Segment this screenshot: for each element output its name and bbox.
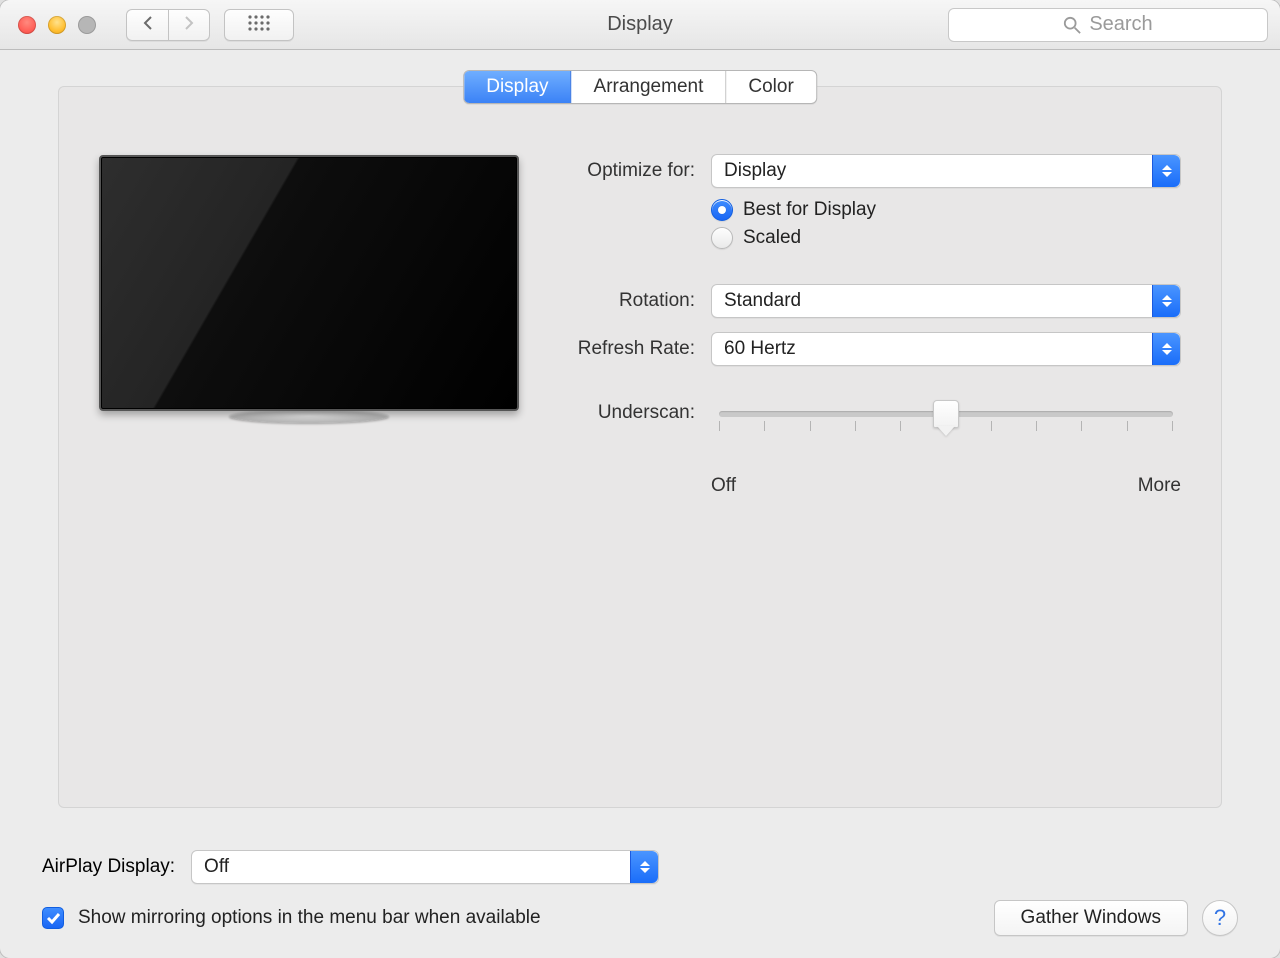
search-field[interactable]: Search	[948, 8, 1268, 42]
close-window-button[interactable]	[18, 16, 36, 34]
window-title: Display	[607, 13, 673, 36]
optimize-for-value: Display	[724, 160, 786, 182]
content-area: Display Arrangement Color Optimize for: …	[0, 50, 1280, 958]
traffic-lights	[18, 16, 96, 34]
rotation-row: Rotation: Standard	[545, 281, 1181, 321]
dropdown-caret-icon	[1152, 285, 1180, 317]
dropdown-caret-icon	[1152, 155, 1180, 187]
search-icon	[1063, 16, 1081, 34]
slider-min-label: Off	[711, 475, 736, 497]
tab-bar: Display Arrangement Color	[463, 70, 817, 104]
minimize-window-button[interactable]	[48, 16, 66, 34]
chevron-left-icon	[142, 15, 154, 34]
settings-panel: Optimize for: Display Best for Display	[58, 86, 1222, 808]
help-button[interactable]: ?	[1202, 900, 1238, 936]
optimize-for-row: Optimize for: Display	[545, 151, 1181, 191]
gather-windows-label: Gather Windows	[1021, 907, 1161, 929]
airplay-select[interactable]: Off	[191, 850, 659, 884]
resolution-radio-group: Best for Display Scaled	[711, 199, 876, 249]
panel-inner: Optimize for: Display Best for Display	[99, 151, 1181, 497]
grid-icon	[248, 15, 270, 34]
refresh-rate-row: Refresh Rate: 60 Hertz	[545, 329, 1181, 369]
rotation-label: Rotation:	[545, 290, 695, 312]
help-icon: ?	[1214, 905, 1226, 931]
refresh-rate-select[interactable]: 60 Hertz	[711, 332, 1181, 366]
display-form: Optimize for: Display Best for Display	[545, 151, 1181, 497]
monitor-illustration	[99, 151, 519, 497]
mirroring-checkbox-label: Show mirroring options in the menu bar w…	[78, 907, 541, 929]
search-placeholder: Search	[1089, 13, 1152, 36]
optimize-for-select[interactable]: Display	[711, 154, 1181, 188]
slider-thumb[interactable]	[933, 400, 959, 428]
refresh-rate-label: Refresh Rate:	[545, 338, 695, 360]
rotation-select[interactable]: Standard	[711, 284, 1181, 318]
bottom-controls: AirPlay Display: Off Show mirroring opti…	[42, 850, 1238, 936]
mirroring-checkbox[interactable]	[42, 907, 64, 929]
gather-windows-button[interactable]: Gather Windows	[994, 900, 1188, 936]
radio-best-label: Best for Display	[743, 199, 876, 221]
underscan-label: Underscan:	[545, 402, 695, 424]
display-preferences-window: Display Search Display Arrangement Color	[0, 0, 1280, 958]
airplay-row: AirPlay Display: Off	[42, 850, 1238, 884]
tab-color[interactable]: Color	[726, 71, 815, 103]
radio-scaled[interactable]: Scaled	[711, 227, 876, 249]
radio-best-for-display[interactable]: Best for Display	[711, 199, 876, 221]
rotation-value: Standard	[724, 290, 801, 312]
nav-buttons	[126, 9, 210, 41]
spacer	[545, 377, 1181, 393]
forward-button[interactable]	[168, 9, 210, 41]
spacer	[545, 257, 1181, 273]
underscan-slider-container: Off More	[711, 401, 1181, 497]
chevron-right-icon	[183, 15, 195, 34]
zoom-window-button	[78, 16, 96, 34]
airplay-value: Off	[204, 856, 229, 878]
monitor-screen-icon	[99, 155, 519, 411]
dropdown-caret-icon	[1152, 333, 1180, 365]
airplay-label: AirPlay Display:	[42, 856, 175, 878]
titlebar: Display Search	[0, 0, 1280, 50]
tab-display[interactable]: Display	[464, 71, 571, 103]
show-all-group	[224, 9, 294, 41]
slider-max-label: More	[1138, 475, 1181, 497]
radio-scaled-label: Scaled	[743, 227, 801, 249]
slider-labels: Off More	[711, 475, 1181, 497]
show-all-button[interactable]	[224, 9, 294, 41]
dropdown-caret-icon	[630, 851, 658, 883]
refresh-rate-value: 60 Hertz	[724, 338, 796, 360]
underscan-slider[interactable]	[711, 401, 1181, 441]
monitor-stand-icon	[229, 409, 389, 423]
tab-arrangement[interactable]: Arrangement	[572, 71, 727, 103]
optimize-for-label: Optimize for:	[545, 160, 695, 182]
radio-button-icon	[711, 199, 733, 221]
back-button[interactable]	[126, 9, 168, 41]
underscan-row: Underscan: Off More	[545, 401, 1181, 497]
resolution-radio-row: Best for Display Scaled	[545, 199, 1181, 249]
final-row: Show mirroring options in the menu bar w…	[42, 900, 1238, 936]
radio-button-icon	[711, 227, 733, 249]
